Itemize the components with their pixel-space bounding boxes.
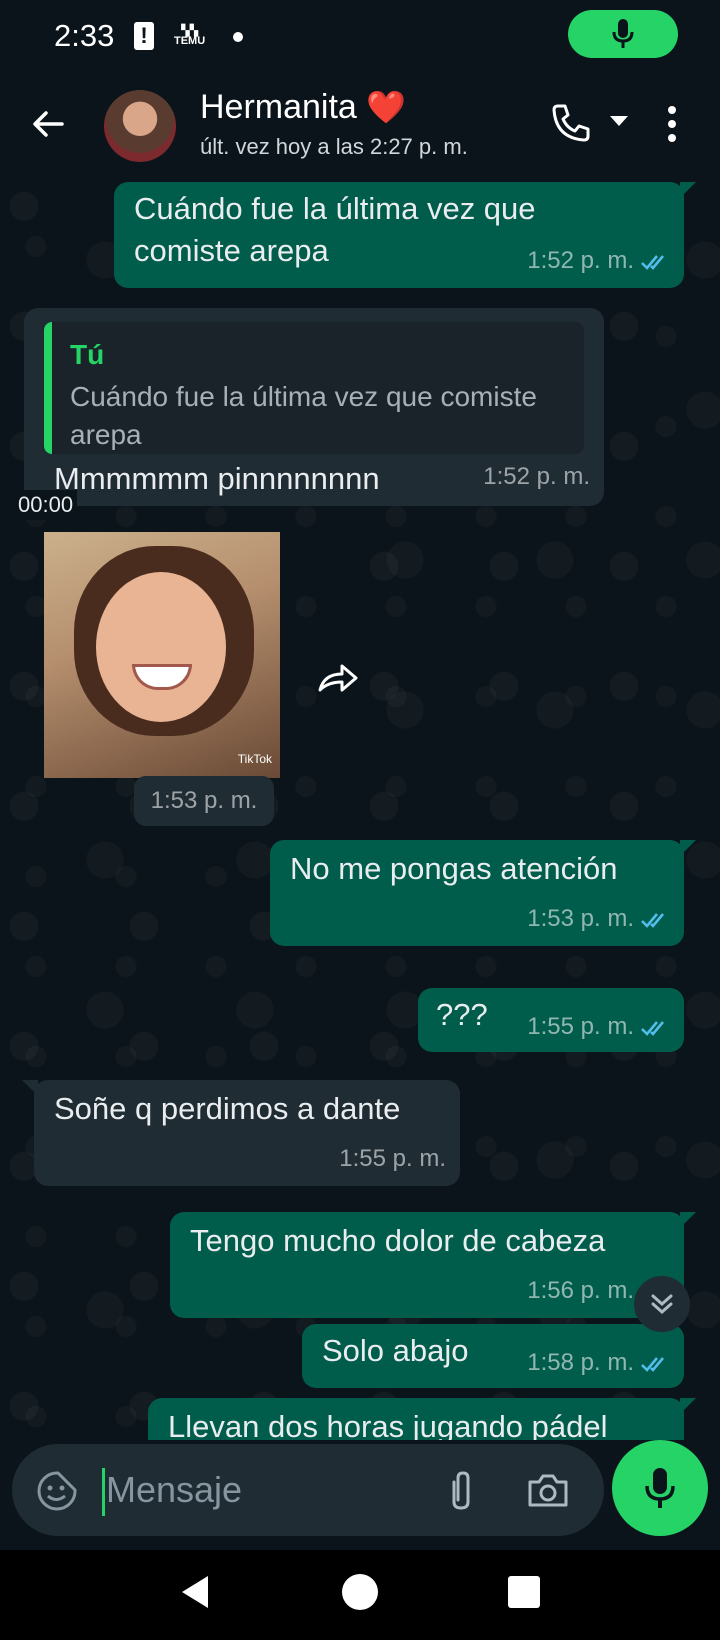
video-thumbnail[interactable]: TikTok — [44, 532, 280, 778]
forward-icon[interactable] — [316, 660, 360, 696]
quoted-message[interactable]: Tú Cuándo fue la última vez que comiste … — [44, 322, 584, 454]
message-time: 1:52 p. m. — [483, 463, 590, 490]
last-seen-status: últ. vez hoy a las 2:27 p. m. — [200, 134, 468, 159]
system-navigation-bar — [0, 1550, 720, 1640]
message-text: Cuándo fue la última vez que comiste are… — [134, 191, 536, 268]
sticker-icon[interactable] — [36, 1470, 78, 1512]
call-options-chevron-down-icon[interactable] — [610, 116, 628, 126]
message-input[interactable] — [106, 1464, 406, 1516]
quoted-author: Tú — [70, 339, 105, 370]
message-bubble-outgoing[interactable]: No me pongas atención 1:53 p. m. — [270, 840, 696, 946]
message-bubble-outgoing-partial[interactable]: Llevan dos horas jugando pádel — [148, 1398, 696, 1440]
mic-icon — [645, 1468, 675, 1508]
message-time: 1:55 p. m. — [339, 1145, 446, 1172]
message-text: Solo abajo — [322, 1333, 469, 1368]
video-duration: 00:00 — [14, 490, 78, 520]
message-text: ??? — [436, 997, 488, 1032]
double-check-read-icon — [641, 1020, 664, 1036]
alert-icon: ! — [134, 22, 154, 50]
double-chevron-down-icon — [651, 1294, 673, 1315]
chat-header: Hermanita ❤️ últ. vez hoy a las 2:27 p. … — [0, 80, 720, 170]
message-list[interactable]: Cuándo fue la última vez que comiste are… — [0, 170, 720, 1440]
message-input-container[interactable] — [12, 1444, 604, 1536]
contact-name[interactable]: Hermanita ❤️ — [200, 88, 406, 127]
voice-message-button[interactable] — [612, 1440, 708, 1536]
message-bubble-incoming[interactable]: Soñe q perdimos a dante 1:55 p. m. — [22, 1080, 460, 1186]
status-time: 2:33 — [54, 18, 115, 53]
message-bubble-incoming-reply[interactable]: Tú Cuándo fue la última vez que comiste … — [24, 308, 604, 506]
message-text: Tengo mucho dolor de cabeza — [190, 1223, 606, 1258]
nav-home-icon[interactable] — [342, 1574, 378, 1610]
message-bubble-outgoing[interactable]: ??? 1:55 p. m. — [418, 988, 684, 1052]
text-cursor — [102, 1468, 105, 1516]
double-check-read-icon — [641, 254, 664, 270]
status-bar: 2:33 ! ▚▚ TEMU — [0, 0, 720, 80]
tiktok-watermark: TikTok — [237, 752, 272, 766]
mic-in-use-indicator[interactable] — [568, 10, 678, 58]
message-bubble-outgoing[interactable]: Tengo mucho dolor de cabeza 1:56 p. m. — [170, 1212, 696, 1318]
message-time: 1:58 p. m. — [527, 1342, 670, 1384]
contact-avatar[interactable] — [104, 90, 176, 162]
more-vert-icon[interactable] — [666, 104, 678, 144]
scroll-to-bottom-button[interactable] — [634, 1276, 690, 1332]
double-check-read-icon — [641, 1356, 664, 1372]
message-text: Llevan dos horas jugando pádel — [168, 1409, 608, 1440]
notification-dot — [233, 32, 243, 42]
camera-icon[interactable] — [526, 1470, 570, 1510]
message-bubble-outgoing[interactable]: Solo abajo 1:58 p. m. — [302, 1324, 684, 1388]
message-text: No me pongas atención — [290, 851, 618, 886]
double-check-read-icon — [641, 912, 664, 928]
mic-icon — [612, 19, 634, 48]
message-text: Soñe q perdimos a dante — [54, 1091, 401, 1126]
nav-back-icon[interactable] — [176, 1572, 216, 1612]
arrow-left-icon[interactable] — [28, 104, 68, 144]
message-time: 1:55 p. m. — [527, 1006, 670, 1048]
message-time: 1:53 p. m. — [134, 776, 274, 826]
quoted-text: Cuándo fue la última vez que comiste are… — [70, 381, 537, 450]
paperclip-icon[interactable] — [444, 1468, 478, 1514]
message-text: Mmmmmm pinnnnnnnn — [54, 461, 380, 496]
message-bubble-outgoing[interactable]: Cuándo fue la última vez que comiste are… — [114, 182, 696, 288]
phone-icon[interactable] — [550, 102, 592, 144]
temu-notification-icon: ▚▚ TEMU — [174, 25, 206, 47]
heart-emoji: ❤️ — [366, 89, 407, 125]
message-time: 1:52 p. m. — [527, 240, 670, 282]
composer-bar — [0, 1440, 720, 1550]
message-time: 1:53 p. m. — [527, 898, 670, 940]
nav-recents-icon[interactable] — [508, 1576, 540, 1608]
